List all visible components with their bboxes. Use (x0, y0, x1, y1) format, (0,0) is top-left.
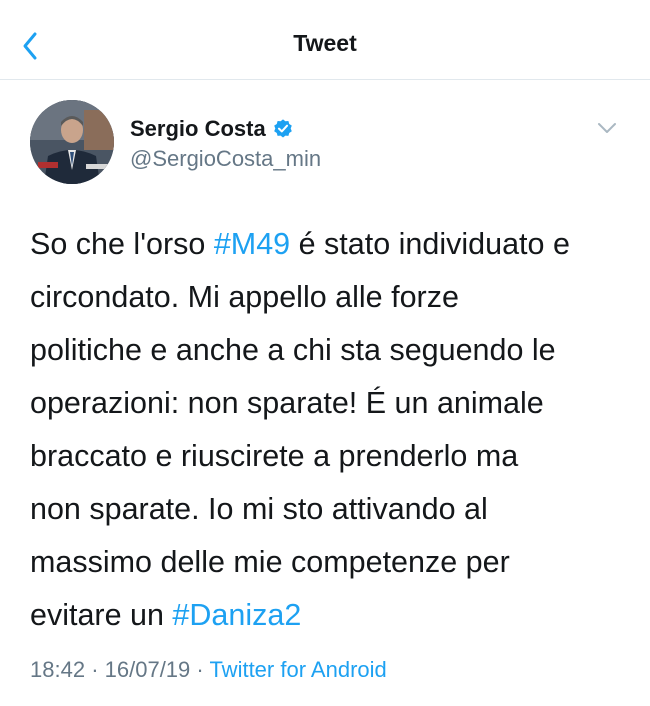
display-name-row: Sergio Costa (130, 114, 294, 144)
tweet-text-line: So che l'orso #M49 é stato individuato e (30, 218, 630, 271)
tweet-menu-button[interactable] (596, 120, 618, 136)
text-segment: é stato individuato e (290, 227, 570, 261)
tweet-text-line: operazioni: non sparate! É un animale (30, 386, 544, 420)
avatar[interactable] (30, 100, 114, 184)
text-segment: So che l'orso (30, 227, 214, 261)
page-title: Tweet (293, 30, 357, 56)
user-handle[interactable]: @SergioCosta_min (130, 146, 321, 172)
tweet-text-line: non sparate. Io mi sto attivando al (30, 492, 488, 526)
tweet-meta: 18:42 · 16/07/19 · Twitter for Android (30, 657, 387, 683)
verified-badge-icon (273, 119, 292, 138)
hashtag-link[interactable]: #Daniza2 (172, 598, 301, 632)
tweet-date: 16/07/19 (104, 657, 191, 682)
tweet-text-line: braccato e riuscirete a prenderlo ma (30, 439, 519, 473)
hashtag-link[interactable]: #M49 (214, 227, 290, 261)
avatar-photo (30, 100, 114, 184)
tweet-text-line: politiche e anche a chi sta seguendo le (30, 333, 556, 367)
tweet-text: So che l'orso #M49 é stato individuato e… (30, 218, 630, 642)
chevron-down-icon (598, 123, 616, 133)
meta-separator: · (91, 657, 99, 682)
tweet-text-line: evitare un #Daniza2 (30, 589, 630, 642)
top-nav-bar: Tweet (0, 0, 650, 80)
tweet-author: Sergio Costa @SergioCosta_min (30, 100, 630, 190)
meta-separator: · (196, 657, 204, 682)
tweet-source-link[interactable]: Twitter for Android (209, 657, 386, 682)
display-name[interactable]: Sergio Costa (130, 116, 266, 142)
tweet-text-line: massimo delle mie competenze per (30, 545, 510, 579)
tweet-time: 18:42 (30, 657, 86, 682)
tweet-text-line: circondato. Mi appello alle forze (30, 280, 459, 314)
text-segment: evitare un (30, 598, 173, 632)
